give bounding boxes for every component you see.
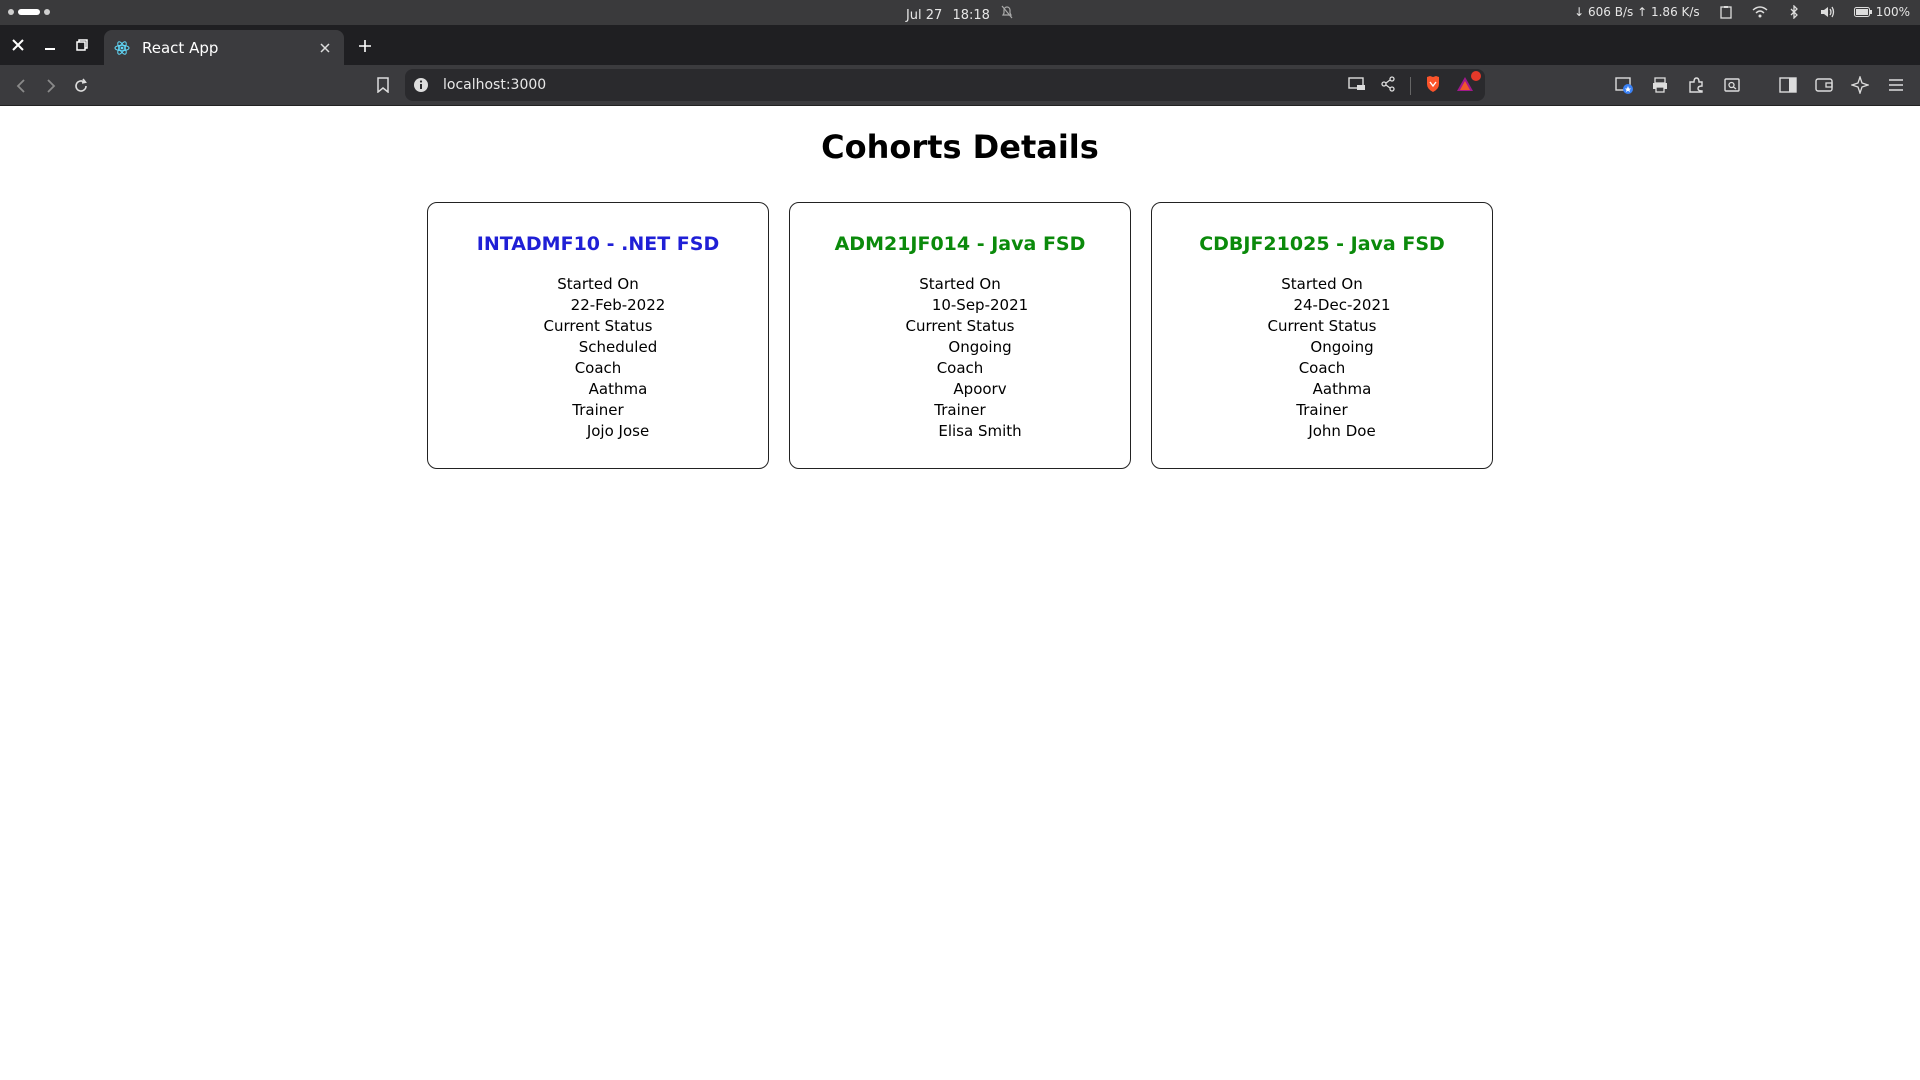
network-speed: ↓ 606 B/s ↑ 1.86 K/s	[1574, 5, 1700, 19]
started-on-label: Started On	[919, 275, 1001, 293]
status-value: Scheduled	[578, 338, 658, 356]
close-icon	[12, 39, 24, 51]
chevron-left-icon	[16, 79, 25, 93]
status-value: Ongoing	[1310, 338, 1374, 356]
site-info-icon[interactable]	[413, 77, 429, 93]
notifications-muted-icon	[1000, 5, 1014, 23]
status-label: Current Status	[1267, 317, 1377, 335]
reload-button[interactable]	[68, 73, 94, 99]
notification-badge	[1471, 71, 1481, 81]
minimize-icon	[45, 48, 55, 50]
chevron-right-icon	[47, 79, 56, 93]
restore-icon	[76, 39, 88, 51]
status-value: Ongoing	[948, 338, 1012, 356]
bluetooth-icon[interactable]	[1786, 4, 1802, 20]
sidebar-icon[interactable]	[1776, 73, 1800, 97]
cohort-card: INTADMF10 - .NET FSD Started On 22-Feb-2…	[427, 202, 769, 469]
extension-badge-icon[interactable]	[1612, 73, 1636, 97]
window-close-button[interactable]	[2, 25, 34, 65]
trainer-value: John Doe	[1308, 422, 1376, 440]
print-icon[interactable]	[1648, 73, 1672, 97]
clipboard-icon[interactable]	[1718, 4, 1734, 20]
volume-icon[interactable]	[1820, 4, 1836, 20]
address-bar[interactable]: localhost:3000	[405, 69, 1485, 101]
brave-shields-icon[interactable]	[1425, 75, 1441, 97]
trainer-label: Trainer	[572, 401, 624, 419]
os-top-bar: Jul 27 18:18 ↓ 606 B/s ↑ 1.86 K/s 100%	[0, 0, 1920, 25]
screenshot-icon[interactable]	[1720, 73, 1744, 97]
trainer-label: Trainer	[934, 401, 986, 419]
coach-value: Aathma	[1312, 380, 1372, 398]
cohort-name: CDBJF21025 - Java FSD	[1199, 233, 1445, 255]
started-on-value: 22-Feb-2022	[570, 296, 666, 314]
clock-date: Jul 27	[905, 8, 943, 23]
leo-ai-icon[interactable]	[1848, 73, 1872, 97]
trainer-value: Elisa Smith	[938, 422, 1022, 440]
window-restore-button[interactable]	[66, 25, 98, 65]
cohort-card: CDBJF21025 - Java FSD Started On 24-Dec-…	[1151, 202, 1493, 469]
coach-label: Coach	[936, 359, 984, 377]
cohort-card: ADM21JF014 - Java FSD Started On 10-Sep-…	[789, 202, 1131, 469]
net-down-speed: ↓ 606 B/s	[1574, 5, 1634, 19]
wallet-icon[interactable]	[1812, 73, 1836, 97]
browser-toolbar: localhost:3000	[0, 65, 1920, 106]
tab-react-app[interactable]: React App	[104, 30, 344, 65]
started-on-label: Started On	[1281, 275, 1363, 293]
cast-icon[interactable]	[1348, 77, 1366, 95]
extensions-puzzle-icon[interactable]	[1684, 73, 1708, 97]
coach-value: Apoorv	[953, 380, 1007, 398]
coach-value: Aathma	[588, 380, 648, 398]
url-text: localhost:3000	[443, 77, 547, 93]
new-tab-button[interactable]	[352, 33, 378, 59]
cohort-name: ADM21JF014 - Java FSD	[834, 233, 1086, 255]
tab-close-button[interactable]	[316, 39, 334, 57]
bookmark-icon	[377, 77, 389, 93]
trainer-label: Trainer	[1296, 401, 1348, 419]
react-icon	[114, 40, 130, 56]
status-label: Current Status	[905, 317, 1015, 335]
clock-time: 18:18	[952, 8, 990, 23]
back-button[interactable]	[8, 73, 34, 99]
menu-icon[interactable]	[1884, 73, 1908, 97]
tab-strip: React App	[0, 25, 1920, 65]
status-label: Current Status	[543, 317, 653, 335]
reload-icon	[75, 78, 87, 92]
started-on-label: Started On	[557, 275, 639, 293]
share-icon[interactable]	[1380, 76, 1396, 96]
net-up-speed: ↑ 1.86 K/s	[1637, 5, 1700, 19]
coach-label: Coach	[574, 359, 622, 377]
bookmark-button[interactable]	[372, 73, 394, 97]
started-on-value: 24-Dec-2021	[1293, 296, 1391, 314]
close-icon	[320, 42, 330, 53]
trainer-value: Jojo Jose	[586, 422, 650, 440]
brave-rewards-icon[interactable]	[1455, 71, 1481, 97]
battery-status[interactable]: 100%	[1853, 5, 1910, 19]
started-on-value: 10-Sep-2021	[931, 296, 1029, 314]
page-content: Cohorts Details INTADMF10 - .NET FSD Sta…	[0, 106, 1920, 1080]
plus-icon	[359, 40, 371, 52]
cohort-cards: INTADMF10 - .NET FSD Started On 22-Feb-2…	[427, 202, 1493, 469]
coach-label: Coach	[1298, 359, 1346, 377]
page-title: Cohorts Details	[821, 128, 1099, 166]
wifi-icon[interactable]	[1752, 4, 1768, 20]
battery-icon	[1853, 7, 1872, 17]
tab-title: React App	[142, 38, 219, 57]
window-minimize-button[interactable]	[34, 25, 66, 65]
cohort-name: INTADMF10 - .NET FSD	[476, 233, 720, 255]
battery-percent: 100%	[1875, 5, 1910, 19]
forward-button[interactable]	[38, 73, 64, 99]
